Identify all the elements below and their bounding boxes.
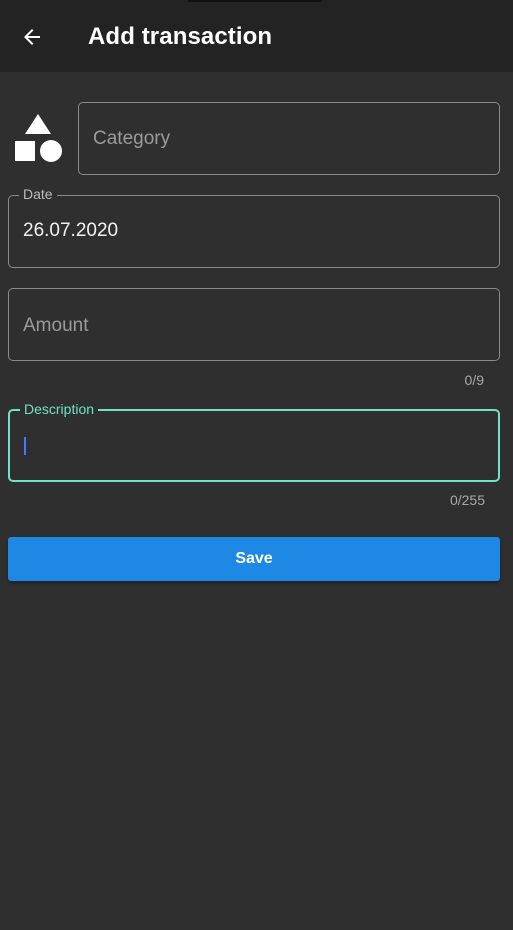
category-placeholder: Category <box>93 128 171 149</box>
text-caret <box>24 437 26 455</box>
date-field[interactable]: Date 26.07.2020 <box>8 186 500 268</box>
amount-field[interactable]: Amount <box>8 288 500 361</box>
shapes-icon[interactable] <box>14 114 64 164</box>
save-button[interactable]: Save <box>8 537 500 581</box>
status-notch <box>188 0 322 2</box>
arrow-left-icon <box>20 25 44 49</box>
description-label: Description <box>20 401 99 417</box>
app-bar: Add transaction <box>0 0 513 72</box>
amount-counter: 0/9 <box>464 372 484 388</box>
back-button[interactable] <box>14 19 50 55</box>
amount-placeholder: Amount <box>23 315 89 336</box>
date-value: 26.07.2020 <box>23 220 119 241</box>
description-counter: 0/255 <box>449 492 485 508</box>
page-title: Add transaction <box>88 23 273 50</box>
date-label: Date <box>19 186 57 202</box>
description-field[interactable]: Description <box>8 401 500 482</box>
category-field[interactable]: Category <box>78 102 500 175</box>
